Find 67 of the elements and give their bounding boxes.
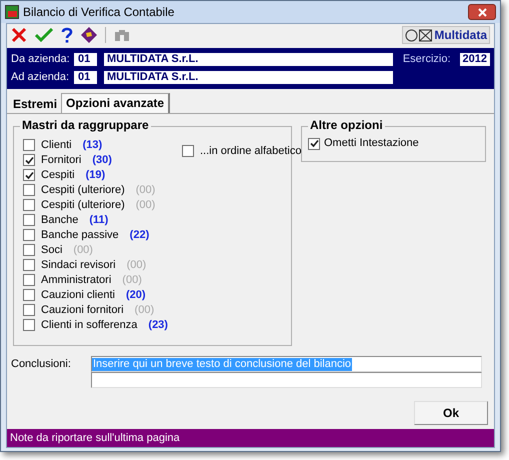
close-icon bbox=[478, 8, 486, 16]
checkbox-label: Clienti bbox=[41, 138, 72, 152]
count-label: (00) bbox=[134, 304, 154, 316]
help-icon[interactable] bbox=[61, 27, 73, 43]
code-field[interactable]: 01 bbox=[74, 53, 97, 66]
checkbox-label: Banche passive bbox=[41, 228, 119, 242]
checkbox-label: Cespiti (ulteriore) bbox=[41, 184, 125, 196]
group-title: Altre opzioni bbox=[308, 119, 385, 132]
tab[interactable]: Opzioni avanzate bbox=[61, 93, 170, 113]
checkbox-label: ...in ordine alfabetico bbox=[200, 145, 302, 158]
app-icon bbox=[5, 5, 19, 19]
count-label: (11) bbox=[89, 214, 108, 226]
checkbox-label: Soci bbox=[41, 244, 62, 256]
count-label: (00) bbox=[136, 184, 156, 196]
checkbox[interactable] bbox=[308, 138, 320, 150]
checkbox[interactable] bbox=[23, 199, 35, 211]
checkbox-label: Sindaci revisori bbox=[41, 258, 116, 272]
checkbox-label: Amministratori bbox=[41, 274, 112, 286]
code-field[interactable]: 01 bbox=[74, 71, 97, 84]
text-field[interactable] bbox=[91, 372, 482, 388]
count-label: (19) bbox=[86, 168, 106, 182]
checkbox-label: Ometti Intestazione bbox=[324, 137, 419, 150]
status-bar: Note da riportare sull'ultima pagina bbox=[7, 429, 494, 447]
checkbox[interactable] bbox=[23, 319, 35, 331]
checkbox[interactable] bbox=[23, 214, 35, 226]
window-title: Bilancio di Verifica Contabile bbox=[23, 6, 174, 18]
checkbox[interactable] bbox=[182, 145, 194, 157]
checkbox[interactable] bbox=[23, 274, 35, 286]
close-button[interactable] bbox=[468, 4, 496, 20]
ok-button[interactable]: Ok bbox=[414, 401, 488, 425]
checkbox[interactable] bbox=[23, 154, 35, 166]
checkbox-label: Cespiti (ulteriore) bbox=[41, 198, 125, 212]
checkbox-label: Cespiti bbox=[41, 168, 75, 182]
checkbox[interactable] bbox=[23, 289, 35, 301]
count-label: (22) bbox=[130, 228, 150, 242]
logo-icon bbox=[405, 28, 434, 42]
count-label: (00) bbox=[73, 244, 93, 256]
name-field[interactable]: MULTIDATA S.r.L. bbox=[104, 53, 393, 66]
checkbox[interactable] bbox=[23, 259, 35, 271]
checkbox-label: Cauzioni fornitori bbox=[41, 304, 124, 316]
checkbox-label: Clienti in sofferenza bbox=[41, 318, 138, 332]
checkbox-label: Banche bbox=[41, 214, 78, 226]
count-label: (30) bbox=[92, 154, 112, 166]
checkbox[interactable] bbox=[23, 169, 35, 181]
brand-name: Multidata bbox=[434, 28, 487, 42]
checkbox-label: Fornitori bbox=[41, 154, 82, 166]
checkbox[interactable] bbox=[23, 304, 35, 316]
count-label: (00) bbox=[122, 274, 142, 286]
checkbox[interactable] bbox=[23, 244, 35, 256]
year-field[interactable]: 2012 bbox=[460, 53, 490, 66]
count-label: (13) bbox=[82, 138, 102, 152]
field-label: Da azienda: bbox=[11, 53, 71, 66]
count-label: (20) bbox=[126, 288, 146, 302]
count-label: (00) bbox=[126, 258, 146, 272]
name-field[interactable]: MULTIDATA S.r.L. bbox=[104, 71, 393, 84]
confirm-icon[interactable] bbox=[35, 28, 53, 42]
checkbox[interactable] bbox=[23, 139, 35, 151]
count-label: (23) bbox=[148, 318, 168, 332]
checkbox[interactable] bbox=[23, 229, 35, 241]
checkbox[interactable] bbox=[23, 184, 35, 196]
checkbox-label: Cauzioni clienti bbox=[41, 288, 115, 302]
count-label: (00) bbox=[136, 198, 156, 212]
field-label: Conclusioni: bbox=[11, 357, 72, 372]
field-label: Ad azienda: bbox=[11, 71, 70, 84]
group-title: Mastri da raggruppare bbox=[20, 119, 151, 132]
cancel-icon[interactable] bbox=[11, 27, 27, 43]
field-label: Esercizio: bbox=[402, 53, 451, 66]
